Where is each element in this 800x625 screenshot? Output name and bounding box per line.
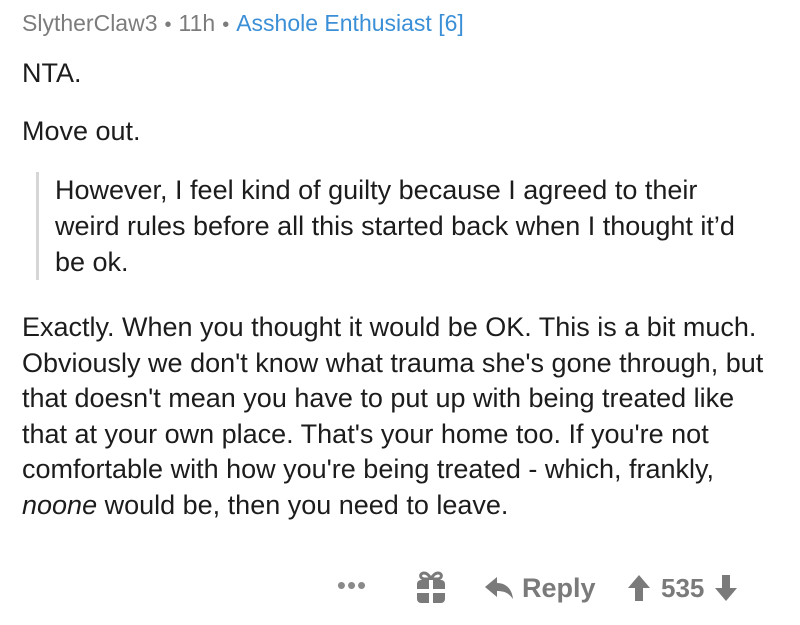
reply-button[interactable]: Reply bbox=[484, 566, 596, 610]
user-flair: Asshole Enthusiast [6] bbox=[236, 10, 464, 36]
meta-separator: • bbox=[164, 14, 172, 36]
comment-paragraph: Exactly. When you thought it would be OK… bbox=[22, 310, 782, 523]
comment-text: Exactly. When you thought it would be OK… bbox=[22, 312, 764, 484]
meta-separator: • bbox=[222, 14, 230, 36]
blockquote: However, I feel kind of guilty because I… bbox=[36, 172, 755, 280]
reply-label: Reply bbox=[522, 572, 596, 603]
vote-controls: 535 bbox=[627, 566, 738, 610]
comment-age: 11h bbox=[178, 10, 216, 36]
more-options-button[interactable]: ••• bbox=[332, 566, 372, 610]
comment-paragraph: Move out. bbox=[22, 116, 141, 146]
comment-paragraph: NTA. bbox=[22, 58, 82, 88]
upvote-arrow-icon[interactable] bbox=[627, 574, 651, 602]
gift-icon[interactable] bbox=[415, 571, 447, 605]
vote-score: 535 bbox=[661, 572, 705, 603]
comment-text: would be, then you need to leave. bbox=[97, 489, 509, 520]
comment-text-italic: noone bbox=[22, 489, 98, 520]
reply-arrow-icon bbox=[484, 576, 514, 600]
downvote-arrow-icon[interactable] bbox=[714, 574, 738, 602]
comment-author[interactable]: SlytherClaw3 bbox=[22, 10, 158, 36]
comment-actions: ••• Reply 535 bbox=[22, 566, 800, 610]
comment-meta: SlytherClaw3 • 11h • Asshole Enthusiast [6] bbox=[22, 8, 464, 40]
